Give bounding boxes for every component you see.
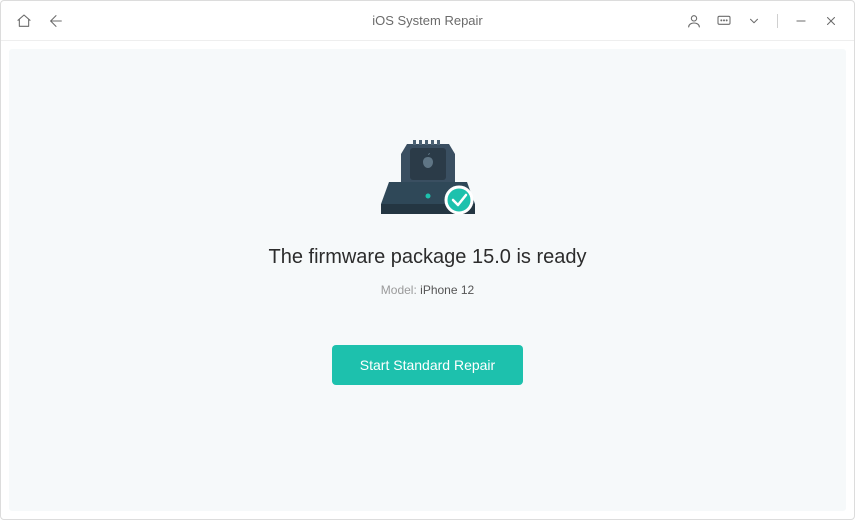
titlebar-right	[685, 12, 840, 30]
user-icon[interactable]	[685, 12, 703, 30]
home-icon[interactable]	[15, 12, 33, 30]
model-label: Model:	[381, 283, 417, 297]
headline: The firmware package 15.0 is ready	[269, 246, 587, 269]
model-line: Model: iPhone 12	[381, 283, 474, 297]
headline-prefix: The firmware package	[269, 246, 467, 268]
titlebar-left	[15, 12, 65, 30]
headline-suffix: is ready	[516, 246, 586, 268]
close-icon[interactable]	[822, 12, 840, 30]
start-repair-button[interactable]: Start Standard Repair	[332, 345, 523, 385]
app-window: iOS System Repair	[0, 0, 855, 520]
minimize-icon[interactable]	[792, 12, 810, 30]
model-value: iPhone 12	[420, 283, 474, 297]
dropdown-icon[interactable]	[745, 12, 763, 30]
feedback-icon[interactable]	[715, 12, 733, 30]
firmware-device-icon	[373, 134, 483, 224]
back-icon[interactable]	[47, 12, 65, 30]
main-content: The firmware package 15.0 is ready Model…	[9, 49, 846, 511]
titlebar: iOS System Repair	[1, 1, 854, 41]
window-title: iOS System Repair	[372, 13, 483, 28]
firmware-version: 15.0	[472, 246, 511, 268]
titlebar-separator	[777, 14, 778, 28]
